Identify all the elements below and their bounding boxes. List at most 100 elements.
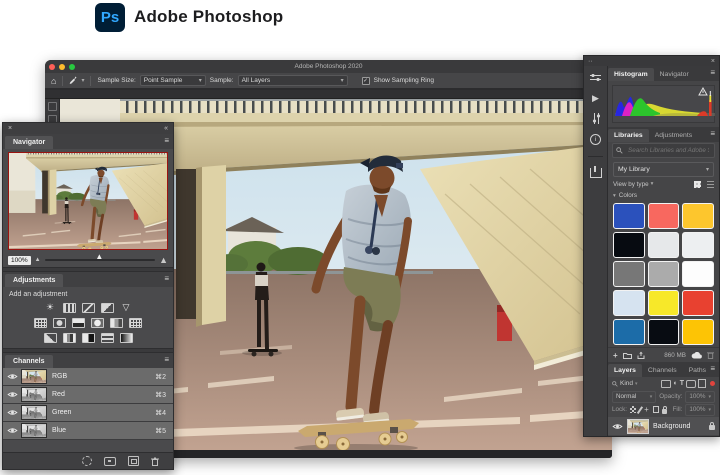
invert-icon[interactable] (44, 333, 57, 343)
tab-adjustments[interactable]: Adjustments (5, 274, 63, 287)
eyedropper-dropdown-icon[interactable]: ▾ (81, 77, 84, 84)
selective-color-icon[interactable] (101, 333, 114, 343)
opacity-field[interactable]: 100% ▾ (685, 391, 715, 403)
drag-handle[interactable]: ·· (588, 58, 593, 65)
lock-artboard-icon[interactable] (653, 406, 659, 413)
tab-layers[interactable]: Layers (608, 364, 642, 377)
gradient-map-icon[interactable] (120, 333, 133, 343)
tab-paths[interactable]: Paths (683, 364, 712, 377)
panel-menu-icon[interactable]: ≡ (164, 137, 169, 145)
list-view-icon[interactable] (707, 181, 714, 188)
color-swatch[interactable] (682, 261, 714, 287)
filter-shape-layers-icon[interactable] (686, 380, 696, 388)
panel-menu-icon[interactable]: ≡ (710, 365, 715, 373)
window-titlebar[interactable]: Adobe Photoshop 2020 (45, 60, 612, 73)
color-swatch[interactable] (648, 290, 680, 316)
channel-mixer-icon[interactable] (110, 318, 123, 328)
search-input[interactable] (626, 146, 711, 155)
hue-saturation-icon[interactable] (34, 318, 47, 328)
exposure-icon[interactable] (101, 303, 114, 313)
add-element-button[interactable]: + (613, 351, 618, 360)
visibility-eye-icon[interactable] (612, 423, 623, 430)
collapse-panel-icon[interactable]: « (164, 125, 168, 132)
curves-icon[interactable] (82, 303, 95, 313)
lock-position-icon[interactable]: + (643, 406, 649, 414)
close-dock-icon[interactable]: × (711, 58, 715, 65)
brush-settings-panel-icon[interactable] (591, 113, 600, 124)
eyedropper-icon[interactable] (69, 76, 77, 85)
panel-menu-icon[interactable]: ≡ (164, 356, 169, 364)
blend-mode-select[interactable]: Normal ▾ (612, 391, 656, 403)
channel-row-red[interactable]: Red ⌘3 (3, 386, 173, 404)
tab-histogram[interactable]: Histogram (608, 68, 654, 81)
export-panel-icon[interactable] (590, 168, 602, 178)
navigator-proxy-view[interactable] (8, 152, 168, 250)
tab-channels-right[interactable]: Channels (642, 364, 683, 377)
color-swatch[interactable] (613, 232, 645, 258)
visibility-eye-icon[interactable] (3, 427, 21, 434)
threshold-icon[interactable] (82, 333, 95, 343)
zoom-value-field[interactable]: 100% (8, 256, 31, 265)
visibility-eye-icon[interactable] (3, 373, 21, 380)
layer-row-background[interactable]: Background (608, 417, 719, 435)
move-tool-icon[interactable] (48, 102, 57, 111)
cloud-sync-icon[interactable] (691, 352, 702, 359)
panel-menu-icon[interactable]: ≡ (164, 275, 169, 283)
color-swatch[interactable] (613, 203, 645, 229)
share-library-icon[interactable] (637, 351, 645, 359)
color-swatch[interactable] (648, 261, 680, 287)
tab-libraries[interactable]: Libraries (608, 129, 649, 142)
new-group-folder-icon[interactable] (623, 352, 632, 359)
color-swatch[interactable] (682, 319, 714, 345)
visibility-eye-icon[interactable] (3, 409, 21, 416)
color-swatch[interactable] (613, 319, 645, 345)
black-white-icon[interactable] (72, 318, 85, 328)
grid-view-icon[interactable] (694, 181, 701, 188)
save-selection-icon[interactable] (104, 457, 116, 466)
library-select[interactable]: My Library ▾ (613, 162, 714, 177)
properties-panel-icon[interactable] (590, 74, 601, 83)
channel-row-green[interactable]: Green ⌘4 (3, 404, 173, 422)
delete-library-item-icon[interactable] (707, 351, 714, 359)
zoom-out-icon[interactable]: ▲ (35, 257, 41, 263)
brightness-contrast-icon[interactable]: ☀ (44, 302, 57, 313)
show-sampling-ring-checkbox[interactable]: ✓ (362, 77, 370, 85)
tab-channels[interactable]: Channels (5, 355, 53, 368)
posterize-icon[interactable] (63, 333, 76, 343)
zoom-in-icon[interactable]: ▲ (159, 256, 168, 265)
new-channel-icon[interactable] (128, 456, 139, 466)
panel-menu-icon[interactable]: ≡ (710, 69, 715, 77)
color-lookup-icon[interactable] (129, 318, 142, 328)
info-panel-icon[interactable]: i (590, 134, 601, 145)
channel-row-blue[interactable]: Blue ⌘5 (3, 422, 173, 440)
tab-navigator-right[interactable]: Navigator (654, 68, 695, 81)
color-balance-icon[interactable] (53, 318, 66, 328)
load-selection-icon[interactable] (82, 456, 92, 466)
filter-smart-objects-icon[interactable] (698, 379, 706, 388)
tab-adjustments-right[interactable]: Adjustments (649, 129, 698, 142)
delete-channel-icon[interactable] (151, 457, 159, 466)
sample-select[interactable]: All Layers ▾ (238, 75, 348, 86)
vibrance-icon[interactable]: ▽ (120, 302, 133, 313)
levels-icon[interactable] (63, 303, 76, 313)
sample-size-select[interactable]: Point Sample ▾ (140, 75, 206, 86)
colors-section-header[interactable]: ▾ Colors (608, 190, 719, 201)
color-swatch[interactable] (613, 261, 645, 287)
zoom-slider-thumb[interactable]: ▲ (95, 253, 103, 261)
view-by-type-label[interactable]: View by type (613, 181, 649, 188)
library-search[interactable] (612, 143, 715, 158)
zoom-slider[interactable]: ▲ (45, 259, 156, 261)
filtering-toggle-icon[interactable] (710, 381, 715, 386)
lock-all-icon[interactable] (662, 409, 667, 414)
color-swatch[interactable] (682, 290, 714, 316)
visibility-eye-icon[interactable] (3, 391, 21, 398)
document-tab-bar[interactable] (45, 90, 612, 99)
home-icon[interactable]: ⌂ (51, 76, 56, 86)
close-panel-icon[interactable]: × (8, 125, 12, 132)
filter-adjustment-layers-icon[interactable]: ◐ (673, 380, 677, 387)
actions-panel-icon[interactable]: ▶ (592, 94, 599, 103)
photo-filter-icon[interactable] (91, 318, 104, 328)
panel-menu-icon[interactable]: ≡ (710, 130, 715, 138)
channel-row-rgb[interactable]: RGB ⌘2 (3, 368, 173, 386)
color-swatch[interactable] (648, 232, 680, 258)
